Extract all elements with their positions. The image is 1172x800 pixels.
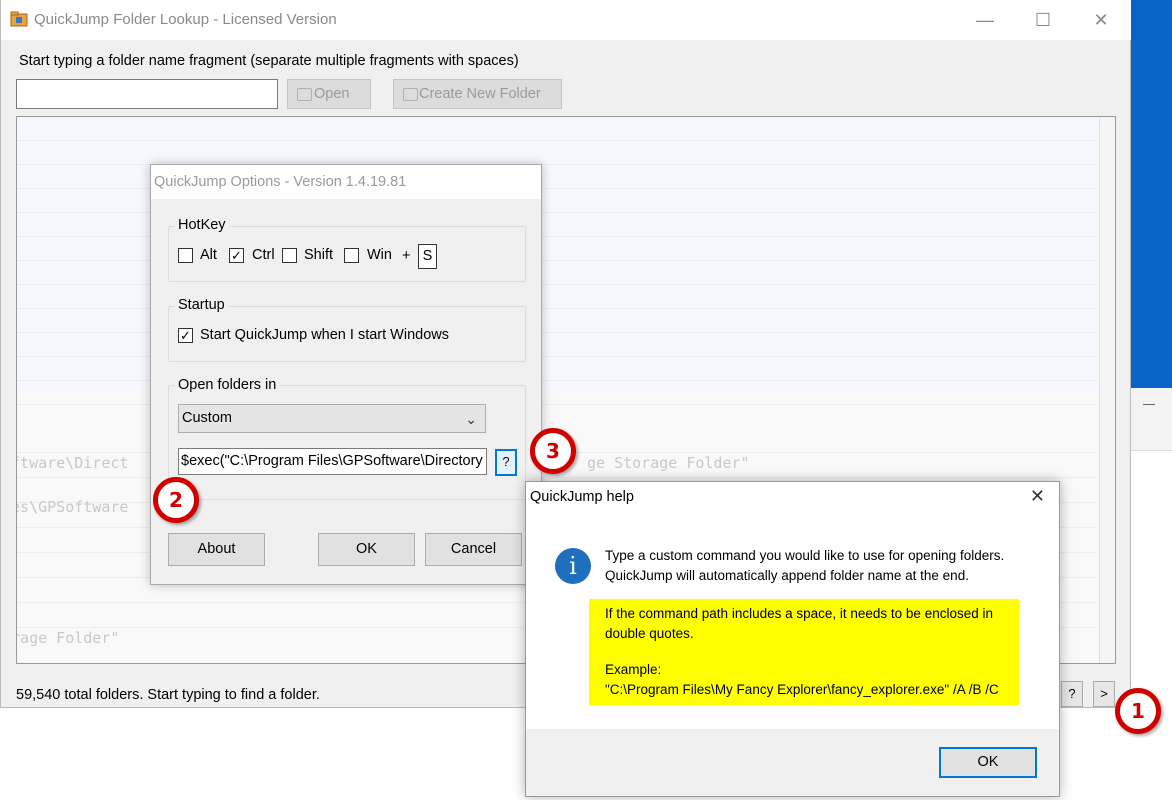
shift-label: Shift [304,247,334,263]
highlight-text-line: double quotes. [605,626,694,641]
title-bar: QuickJump Folder Lookup - Licensed Versi… [1,0,1131,40]
ghost-text: oftware\Direct [17,454,129,472]
ctrl-checkbox[interactable]: ✓ [229,248,244,263]
help-dialog: QuickJump help ✕ i Type a custom command… [525,481,1060,797]
info-icon: i [555,548,591,584]
create-folder-label: Create New Folder [419,86,541,102]
ghost-text: ge Storage Folder" [587,454,750,472]
open-icon [297,88,312,101]
search-prompt: Start typing a folder name fragment (sep… [19,53,519,69]
about-button[interactable]: About [168,533,265,566]
startup-checkbox[interactable]: ✓ [178,328,193,343]
cancel-button[interactable]: Cancel [425,533,522,566]
background-divider [1131,450,1172,451]
list-scrollbar[interactable] [1099,117,1115,663]
more-button[interactable]: > [1093,681,1115,707]
win-checkbox[interactable] [344,248,359,263]
app-folder-icon [10,11,28,27]
list-row [17,140,1097,141]
alt-checkbox[interactable] [178,248,193,263]
help-close-button[interactable]: ✕ [1030,486,1045,507]
options-title-bar: QuickJump Options - Version 1.4.19.81 [151,165,541,199]
help-button[interactable]: ? [1061,681,1083,707]
hotkey-key-input[interactable]: S [418,244,437,269]
chevron-down-icon: ⌄ [465,411,477,427]
callout-badge-1: 1 [1115,688,1161,734]
highlight-text-line: If the command path includes a space, it… [605,606,993,621]
options-dialog: QuickJump Options - Version 1.4.19.81 Ho… [150,164,542,585]
desktop-background [1131,0,1172,388]
plus-label: + [402,248,411,264]
shift-checkbox[interactable] [282,248,297,263]
ghost-text: ies\GPSoftware [17,498,129,516]
startup-label: Start QuickJump when I start Windows [200,327,449,343]
create-folder-button[interactable]: Create New Folder [393,79,562,109]
status-text: 59,540 total folders. Start typing to fi… [16,687,320,703]
help-title: QuickJump help [530,489,634,505]
ok-button[interactable]: OK [318,533,415,566]
options-title: QuickJump Options - Version 1.4.19.81 [154,174,407,190]
custom-command-input[interactable]: $exec("C:\Program Files\GPSoftware\Direc… [178,448,487,475]
command-help-button[interactable]: ? [495,449,517,476]
help-ok-button[interactable]: OK [939,747,1037,778]
open-folders-select-value: Custom [182,410,232,426]
open-folders-select[interactable]: Custom ⌄ [178,404,486,433]
highlight-text-line: "C:\Program Files\My Fancy Explorer\fanc… [605,682,999,697]
open-folders-group [168,385,526,500]
help-footer: OK [526,729,1059,796]
help-text-line: QuickJump will automatically append fold… [605,568,969,583]
minimize-button[interactable]: — [956,0,1014,40]
background-window [1131,388,1172,450]
folder-search-input[interactable] [16,79,278,109]
open-button-label: Open [314,86,350,102]
close-button[interactable]: ✕ [1072,0,1130,40]
highlight-box: If the command path includes a space, it… [589,599,1019,705]
open-folders-group-label: Open folders in [175,377,280,393]
hotkey-group-label: HotKey [175,217,229,233]
window-title: QuickJump Folder Lookup - Licensed Versi… [34,11,337,28]
open-button[interactable]: Open [287,79,371,109]
highlight-text-line: Example: [605,662,662,677]
new-folder-icon [403,88,418,101]
callout-badge-3: 3 [530,428,576,474]
startup-group-label: Startup [175,297,228,313]
alt-label: Alt [200,247,217,263]
background-minimize-icon [1143,404,1155,405]
help-text-line: Type a custom command you would like to … [605,548,1005,563]
ctrl-label: Ctrl [252,247,275,263]
ghost-text: orage Folder" [17,629,120,647]
win-label: Win [367,247,392,263]
callout-badge-2: 2 [153,477,199,523]
maximize-button[interactable]: ☐ [1014,0,1072,40]
